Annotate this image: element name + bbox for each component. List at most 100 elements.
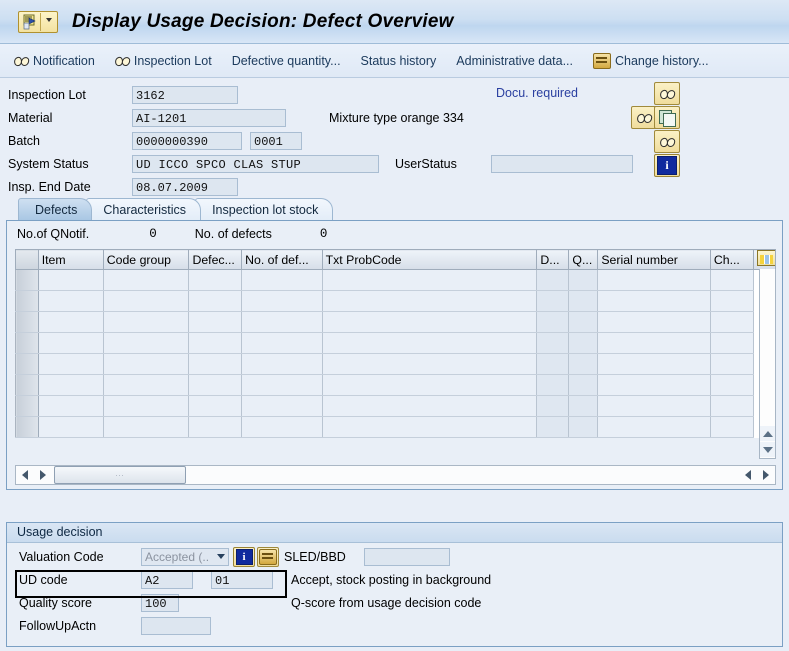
column-header[interactable]: Q...	[568, 249, 599, 270]
table-cell[interactable]	[241, 395, 323, 417]
table-cell[interactable]	[188, 395, 243, 417]
row-selector-cell[interactable]	[15, 374, 39, 396]
table-cell[interactable]	[597, 332, 711, 354]
table-cell[interactable]	[536, 332, 570, 354]
copy-document-button[interactable]	[654, 106, 680, 129]
table-row[interactable]	[15, 374, 776, 396]
system-status-input[interactable]: UD ICCO SPCO CLAS STUP	[132, 154, 379, 173]
quality-score-input[interactable]: 100	[141, 593, 179, 612]
table-cell[interactable]	[38, 416, 104, 438]
system-menu-button[interactable]	[18, 10, 58, 33]
column-settings-icon[interactable]	[757, 250, 775, 266]
column-header[interactable]: Defec...	[188, 249, 243, 270]
table-cell[interactable]	[568, 395, 599, 417]
table-cell[interactable]	[536, 395, 570, 417]
table-cell[interactable]	[322, 311, 538, 333]
table-cell[interactable]	[322, 353, 538, 375]
tab-inspection-lot-stock[interactable]: Inspection lot stock	[195, 198, 334, 220]
table-cell[interactable]	[536, 290, 570, 312]
table-cell[interactable]	[38, 374, 104, 396]
table-cell[interactable]	[710, 374, 755, 396]
table-cell[interactable]	[568, 353, 599, 375]
table-cell[interactable]	[568, 290, 599, 312]
table-cell[interactable]	[38, 290, 104, 312]
chevron-down-icon[interactable]	[41, 18, 57, 25]
table-cell[interactable]	[710, 395, 755, 417]
table-cell[interactable]	[188, 332, 243, 354]
table-cell[interactable]	[241, 269, 323, 291]
table-cell[interactable]	[597, 311, 711, 333]
table-cell[interactable]	[188, 374, 243, 396]
table-cell[interactable]	[188, 290, 243, 312]
table-row[interactable]	[15, 311, 776, 333]
grid-vertical-scrollbar[interactable]	[759, 269, 776, 459]
scroll-down-button[interactable]	[760, 442, 775, 457]
table-cell[interactable]	[241, 332, 323, 354]
display-notification-button[interactable]	[654, 82, 680, 105]
toolbar-button-change-history[interactable]: Change history...	[593, 52, 709, 69]
ud-code-version-input[interactable]: 01	[211, 570, 273, 589]
table-cell[interactable]	[241, 374, 323, 396]
table-cell[interactable]	[188, 269, 243, 291]
table-cell[interactable]	[710, 353, 755, 375]
table-cell[interactable]	[568, 332, 599, 354]
grid-horizontal-scrollbar[interactable]: ...	[15, 465, 776, 485]
tab-defects[interactable]: Defects	[18, 198, 93, 220]
batch-plant-input[interactable]: 0001	[250, 131, 302, 150]
table-cell[interactable]	[597, 353, 711, 375]
table-cell[interactable]	[536, 374, 570, 396]
row-selector-cell[interactable]	[15, 269, 39, 291]
user-status-input[interactable]	[491, 154, 633, 173]
table-cell[interactable]	[103, 416, 190, 438]
table-cell[interactable]	[38, 353, 104, 375]
row-selector-cell[interactable]	[15, 395, 39, 417]
table-cell[interactable]	[536, 269, 570, 291]
valuation-history-button[interactable]	[257, 546, 279, 567]
display-batch-button[interactable]	[654, 130, 680, 153]
table-cell[interactable]	[597, 416, 711, 438]
table-cell[interactable]	[597, 290, 711, 312]
valuation-code-select[interactable]: Accepted (..	[141, 547, 229, 566]
table-cell[interactable]	[710, 290, 755, 312]
table-cell[interactable]	[103, 332, 190, 354]
column-header[interactable]: Code group	[103, 249, 190, 270]
table-cell[interactable]	[38, 332, 104, 354]
toolbar-button-inspection-lot[interactable]: Inspection Lot	[115, 54, 212, 68]
table-cell[interactable]	[536, 416, 570, 438]
insp-end-date-input[interactable]: 08.07.2009	[132, 177, 238, 196]
table-cell[interactable]	[103, 353, 190, 375]
table-cell[interactable]	[103, 395, 190, 417]
table-row[interactable]	[15, 395, 776, 417]
row-selector-cell[interactable]	[15, 353, 39, 375]
status-info-button[interactable]: i	[654, 154, 680, 177]
table-cell[interactable]	[322, 290, 538, 312]
table-cell[interactable]	[241, 290, 323, 312]
table-cell[interactable]	[536, 353, 570, 375]
column-header[interactable]: Txt ProbCode	[322, 249, 538, 270]
table-cell[interactable]	[241, 353, 323, 375]
valuation-info-button[interactable]: i	[233, 546, 255, 567]
table-cell[interactable]	[188, 416, 243, 438]
table-row[interactable]	[15, 353, 776, 375]
table-cell[interactable]	[322, 269, 538, 291]
table-cell[interactable]	[568, 269, 599, 291]
column-header[interactable]: D...	[536, 249, 570, 270]
table-row[interactable]	[15, 416, 776, 438]
table-cell[interactable]	[103, 290, 190, 312]
table-cell[interactable]	[322, 395, 538, 417]
scroll-up-button[interactable]	[760, 426, 775, 441]
toolbar-button-status-history[interactable]: Status history	[361, 54, 437, 68]
table-cell[interactable]	[597, 269, 711, 291]
table-cell[interactable]	[597, 374, 711, 396]
table-cell[interactable]	[710, 269, 755, 291]
sled-input[interactable]	[363, 547, 450, 566]
table-cell[interactable]	[536, 311, 570, 333]
table-cell[interactable]	[241, 416, 323, 438]
inspection-lot-input[interactable]: 3162	[132, 85, 238, 104]
followup-input[interactable]	[141, 616, 211, 635]
ud-code-input[interactable]: A2	[141, 570, 193, 589]
row-selector-cell[interactable]	[15, 311, 39, 333]
column-header[interactable]: Item	[38, 249, 104, 270]
column-header[interactable]: No. of def...	[241, 249, 323, 270]
scroll-left-button[interactable]	[16, 466, 34, 484]
